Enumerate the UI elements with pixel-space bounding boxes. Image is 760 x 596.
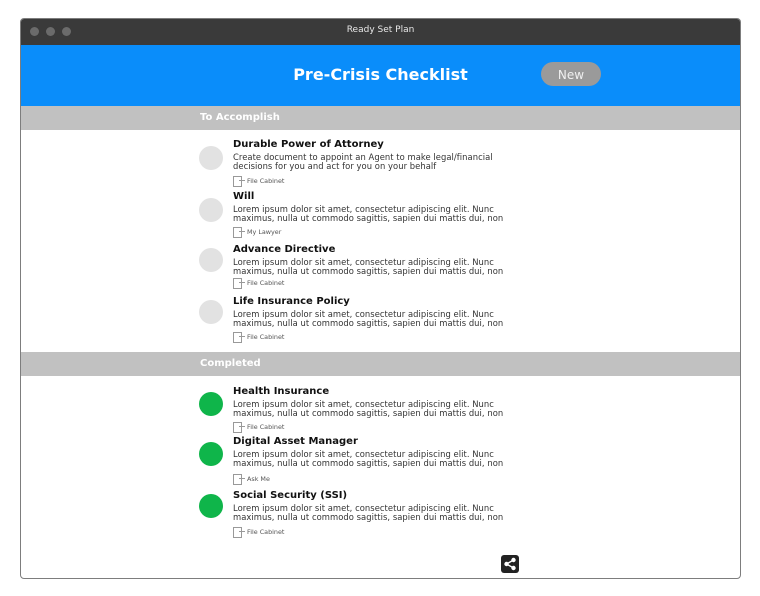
- link-out-icon: [233, 474, 245, 485]
- item-title: Durable Power of Attorney: [233, 139, 384, 150]
- page-header: Pre-Crisis Checklist New: [21, 45, 740, 106]
- item-link-label: File Cabinet: [247, 177, 285, 185]
- item-description: Create document to appoint an Agent to m…: [233, 152, 493, 171]
- status-circle-complete[interactable]: [199, 442, 223, 466]
- share-button[interactable]: [501, 555, 519, 573]
- item-title: Will: [233, 191, 255, 202]
- link-out-icon: [233, 227, 245, 238]
- section-header-completed: Completed: [21, 352, 740, 376]
- new-button[interactable]: New: [541, 62, 601, 86]
- status-circle-complete[interactable]: [199, 494, 223, 518]
- window-title: Ready Set Plan: [346, 25, 415, 35]
- checklist-item-durable-power-of-attorney[interactable]: Durable Power of Attorney Create documen…: [21, 139, 740, 189]
- item-title: Digital Asset Manager: [233, 436, 358, 447]
- item-title: Advance Directive: [233, 244, 336, 255]
- item-title: Life Insurance Policy: [233, 296, 350, 307]
- link-out-icon: [233, 422, 245, 433]
- status-circle-incomplete[interactable]: [199, 198, 223, 222]
- checklist-item-life-insurance-policy[interactable]: Life Insurance Policy Lorem ipsum dolor …: [21, 296, 740, 346]
- item-link-label: File Cabinet: [247, 333, 285, 341]
- share-icon: [504, 557, 516, 571]
- item-link-label: File Cabinet: [247, 423, 285, 431]
- item-title: Social Security (SSI): [233, 490, 348, 501]
- checklist-item-will[interactable]: Will Lorem ipsum dolor sit amet, consect…: [21, 191, 740, 241]
- link-out-icon: [233, 527, 245, 538]
- title-bar: Ready Set Plan: [21, 19, 740, 45]
- status-circle-incomplete[interactable]: [199, 248, 223, 272]
- page-title: Pre-Crisis Checklist: [293, 65, 468, 84]
- checklist-item-digital-asset-manager[interactable]: Digital Asset Manager Lorem ipsum dolor …: [21, 436, 740, 486]
- status-circle-incomplete[interactable]: [199, 146, 223, 170]
- item-link-label: My Lawyer: [247, 228, 282, 236]
- item-description: Lorem ipsum dolor sit amet, consectetur …: [233, 257, 504, 276]
- item-title: Health Insurance: [233, 386, 330, 397]
- item-link-label: File Cabinet: [247, 279, 285, 287]
- status-circle-incomplete[interactable]: [199, 300, 223, 324]
- app-window: Ready Set Plan Pre-Crisis Checklist New …: [20, 18, 741, 579]
- item-description: Lorem ipsum dolor sit amet, consectetur …: [233, 204, 504, 223]
- checklist-item-advance-directive[interactable]: Advance Directive Lorem ipsum dolor sit …: [21, 244, 740, 294]
- item-link-label: Ask Me: [247, 475, 270, 483]
- link-out-icon: [233, 332, 245, 343]
- item-description: Lorem ipsum dolor sit amet, consectetur …: [233, 309, 504, 328]
- link-out-icon: [233, 278, 245, 289]
- section-label: To Accomplish: [200, 112, 280, 123]
- item-link-label: File Cabinet: [247, 528, 285, 536]
- status-circle-complete[interactable]: [199, 392, 223, 416]
- checklist-item-social-security[interactable]: Social Security (SSI) Lorem ipsum dolor …: [21, 490, 740, 540]
- link-out-icon: [233, 176, 245, 187]
- item-description: Lorem ipsum dolor sit amet, consectetur …: [233, 399, 504, 418]
- item-description: Lorem ipsum dolor sit amet, consectetur …: [233, 449, 504, 468]
- section-header-to-accomplish: To Accomplish: [21, 106, 740, 130]
- checklist-item-health-insurance[interactable]: Health Insurance Lorem ipsum dolor sit a…: [21, 386, 740, 436]
- item-description: Lorem ipsum dolor sit amet, consectetur …: [233, 503, 504, 522]
- section-label: Completed: [200, 358, 261, 369]
